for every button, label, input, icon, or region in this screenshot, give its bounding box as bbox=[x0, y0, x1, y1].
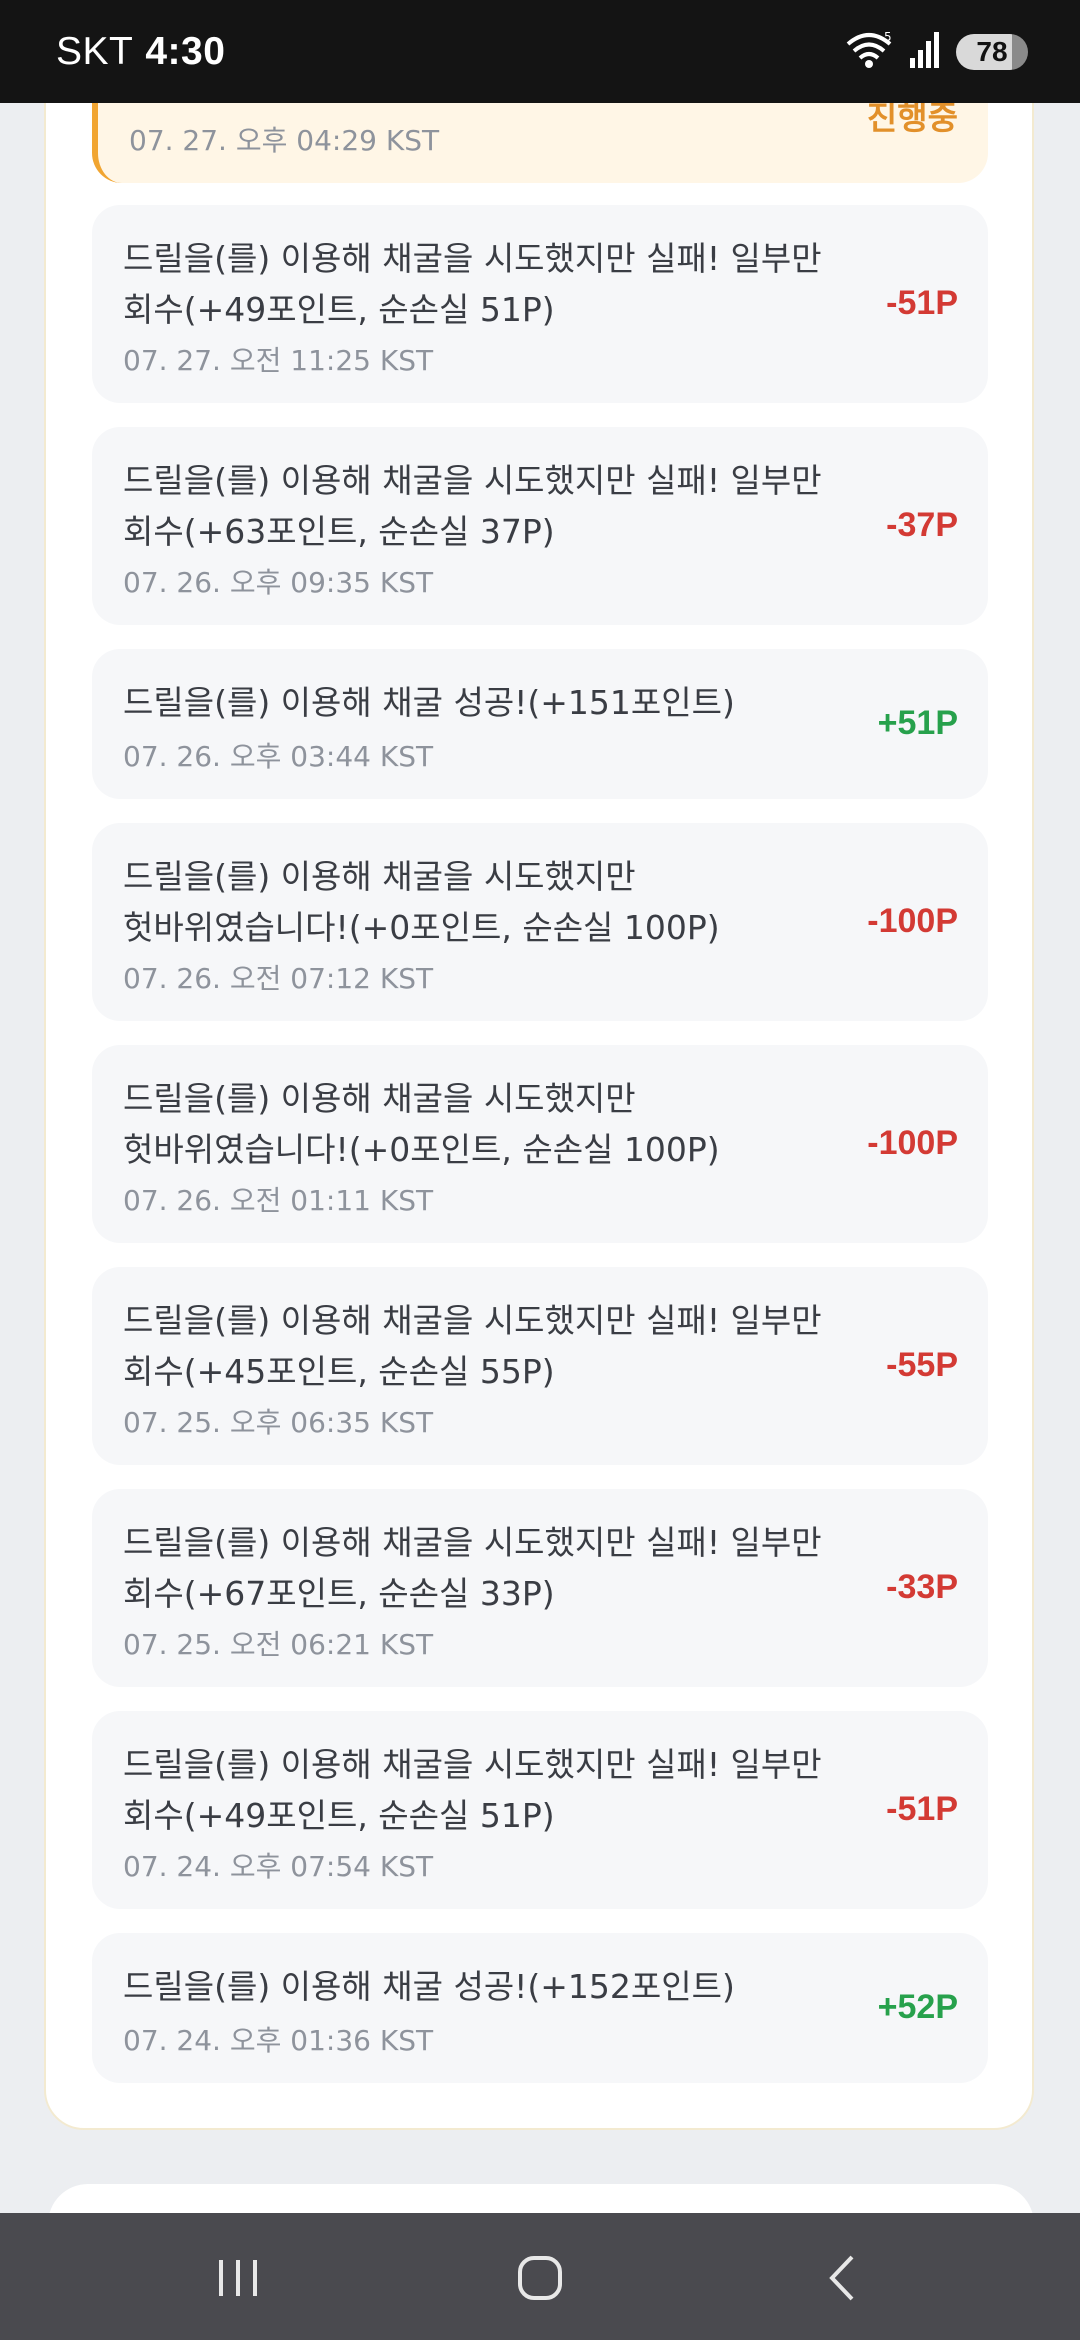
item-date: 07. 25. 오후 06:35 KST bbox=[123, 1406, 434, 1439]
item-amount: -37P bbox=[886, 506, 958, 544]
item-description: 드릴을(를) 이용해 채굴을 시도했지만 실패! 일부만 회수(+63포인트, … bbox=[123, 461, 822, 551]
item-amount: -51P bbox=[886, 1790, 958, 1828]
history-item[interactable]: 드릴을(를) 이용해 채굴을 시도했지만 실패! 일부만 회수(+49포인트, … bbox=[92, 205, 988, 403]
item-date: 07. 24. 오후 07:54 KST bbox=[123, 1850, 434, 1883]
history-item[interactable]: 드릴을(를) 이용해 채굴 성공!(+151포인트) 07. 26. 오후 03:… bbox=[92, 649, 988, 799]
item-description: 드릴을(를) 이용해 채굴을 시도했지만 실패! 일부만 회수(+49포인트, … bbox=[123, 1745, 822, 1835]
status-carrier-time: SKT 4:30 bbox=[56, 30, 225, 74]
item-date: 07. 26. 오전 07:12 KST bbox=[123, 962, 434, 995]
recent-apps-icon bbox=[219, 2260, 257, 2296]
recent-apps-button[interactable] bbox=[198, 2243, 278, 2313]
item-description: 드릴을(를) 이용해 채굴을 시도했지만 실패! 일부만 회수(+45포인트, … bbox=[123, 1301, 822, 1391]
item-amount: -55P bbox=[886, 1346, 958, 1384]
navigation-bar bbox=[0, 2213, 1080, 2340]
history-item[interactable]: 드릴을(를) 이용해 채굴을 시도했지만 실패! 일부만 회수(+49포인트, … bbox=[92, 1711, 988, 1909]
item-date: 07. 26. 오후 03:44 KST bbox=[123, 740, 434, 773]
status-icons: 5 78 bbox=[844, 30, 1028, 74]
item-description: 드릴을(를) 이용해 채굴을 시도했지만 헛바위였습니다!(+0포인트, 순손실… bbox=[123, 1079, 720, 1169]
svg-text:5: 5 bbox=[884, 30, 892, 44]
item-date: 07. 24. 오후 01:36 KST bbox=[123, 2024, 434, 2057]
screen: SKT 4:30 5 78 07. 27. 오후 04:29 KST 진행중 드… bbox=[0, 0, 1080, 2340]
wifi-icon: 5 bbox=[844, 30, 894, 74]
item-description: 드릴을(를) 이용해 채굴을 시도했지만 헛바위였습니다!(+0포인트, 순손실… bbox=[123, 857, 720, 947]
battery-icon: 78 bbox=[956, 34, 1028, 70]
item-description: 드릴을(를) 이용해 채굴을 시도했지만 실패! 일부만 회수(+49포인트, … bbox=[123, 239, 822, 329]
item-date: 07. 27. 오후 04:29 KST bbox=[129, 124, 440, 157]
item-date: 07. 26. 오전 01:11 KST bbox=[123, 1184, 434, 1217]
history-item[interactable]: 드릴을(를) 이용해 채굴을 시도했지만 실패! 일부만 회수(+67포인트, … bbox=[92, 1489, 988, 1687]
history-item[interactable]: 드릴을(를) 이용해 채굴을 시도했지만 헛바위였습니다!(+0포인트, 순손실… bbox=[92, 1045, 988, 1243]
item-description: 드릴을(를) 이용해 채굴 성공!(+152포인트) bbox=[123, 1967, 735, 2006]
item-amount: -33P bbox=[886, 1568, 958, 1606]
item-amount: -100P bbox=[867, 1124, 958, 1162]
item-description: 드릴을(를) 이용해 채굴을 시도했지만 실패! 일부만 회수(+67포인트, … bbox=[123, 1523, 822, 1613]
signal-icon bbox=[908, 30, 942, 74]
item-date: 07. 25. 오전 06:21 KST bbox=[123, 1628, 434, 1661]
item-amount: -51P bbox=[886, 284, 958, 322]
back-chevron-icon bbox=[829, 2255, 854, 2301]
home-button[interactable] bbox=[500, 2243, 580, 2313]
status-bar: SKT 4:30 5 78 bbox=[0, 0, 1080, 103]
item-date: 07. 26. 오후 09:35 KST bbox=[123, 566, 434, 599]
history-item[interactable]: 드릴을(를) 이용해 채굴을 시도했지만 실패! 일부만 회수(+63포인트, … bbox=[92, 427, 988, 625]
history-item[interactable]: 드릴을(를) 이용해 채굴을 시도했지만 헛바위였습니다!(+0포인트, 순손실… bbox=[92, 823, 988, 1021]
home-icon bbox=[518, 2256, 562, 2300]
item-description: 드릴을(를) 이용해 채굴 성공!(+151포인트) bbox=[123, 683, 735, 722]
item-date: 07. 27. 오전 11:25 KST bbox=[123, 344, 434, 377]
item-amount: +51P bbox=[877, 704, 958, 742]
history-item[interactable]: 드릴을(를) 이용해 채굴 성공!(+152포인트) 07. 24. 오후 01:… bbox=[92, 1933, 988, 2083]
item-amount: -100P bbox=[867, 902, 958, 940]
back-button[interactable] bbox=[802, 2243, 882, 2313]
clock: 4:30 bbox=[145, 30, 226, 73]
carrier-label: SKT bbox=[56, 30, 134, 73]
item-amount: +52P bbox=[877, 1988, 958, 2026]
history-item[interactable]: 드릴을(를) 이용해 채굴을 시도했지만 실패! 일부만 회수(+45포인트, … bbox=[92, 1267, 988, 1465]
